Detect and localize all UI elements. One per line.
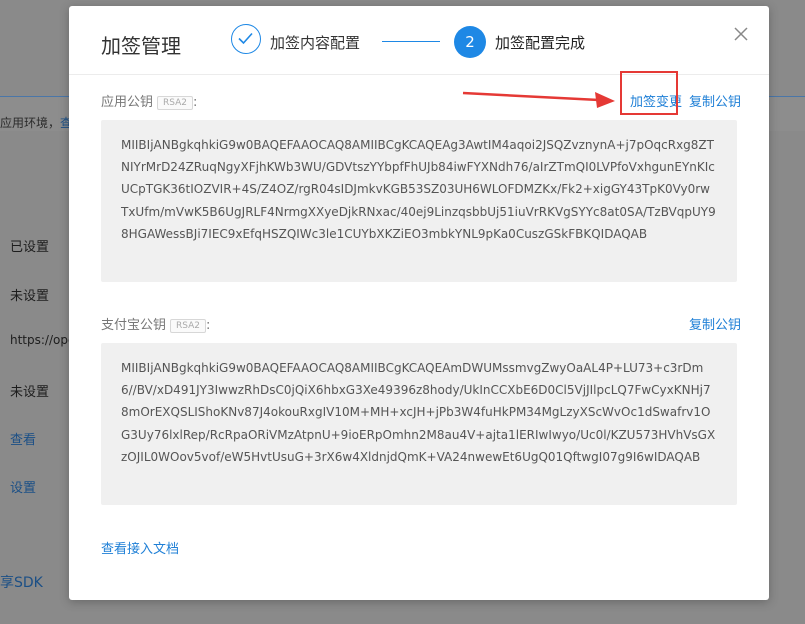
alipay-key-box: MIIBIjANBgkqhkiG9w0BAQEFAAOCAQ8AMIIBCgKC… [101, 343, 737, 505]
close-icon[interactable] [731, 24, 751, 44]
alipay-key-label: 支付宝公钥 [101, 318, 167, 333]
alipay-key-label-row: 支付宝公钥 RSA2: [101, 314, 210, 333]
background-env-text: 应用环境，查 [0, 114, 72, 131]
annotation-arrow-icon [462, 91, 615, 108]
step-done-check-icon [231, 24, 261, 54]
background-view-link[interactable]: 查看 [10, 429, 36, 448]
step-connector [382, 41, 440, 42]
alipay-key-value: MIIBIjANBgkqhkiG9w0BAQEFAAOCAQ8AMIIBCgKC… [121, 361, 716, 464]
app-key-value: MIIBIjANBgkqhkiG9w0BAQEFAAOCAQ8AMIIBCgKC… [121, 138, 716, 241]
background-sdk-link[interactable]: 享SDK [0, 572, 43, 592]
app-key-label: 应用公钥 [101, 95, 154, 110]
background-status-3: 未设置 [10, 385, 50, 400]
background-settings-link[interactable]: 设置 [10, 477, 36, 496]
step-1-label: 加签内容配置 [270, 34, 361, 52]
dialog-title: 加签管理 [101, 34, 181, 58]
alipay-key-rsa-badge: RSA2 [170, 319, 207, 333]
annotation-highlight-box [620, 71, 678, 115]
env-label: 应用环境， [0, 116, 61, 130]
app-key-rsa-badge: RSA2 [157, 96, 194, 110]
step-2-label: 加签配置完成 [495, 34, 586, 52]
view-docs-link[interactable]: 查看接入文档 [101, 538, 179, 557]
background-status-1: 已设置 [10, 240, 50, 255]
dialog-header: 加签管理 加签内容配置 2 加签配置完成 [69, 6, 769, 75]
copy-app-key-link[interactable]: 复制公钥 [689, 91, 741, 110]
background-status-2: 未设置 [10, 289, 50, 304]
sign-management-dialog: 加签管理 加签内容配置 2 加签配置完成 应用公钥 RSA2: 加签变更 复制公钥… [69, 6, 769, 600]
step-2-number: 2 [454, 26, 486, 58]
app-key-label-row: 应用公钥 RSA2: [101, 91, 197, 110]
copy-alipay-key-link[interactable]: 复制公钥 [689, 314, 741, 333]
background-url: https://ope [10, 333, 76, 347]
app-key-box: MIIBIjANBgkqhkiG9w0BAQEFAAOCAQ8AMIIBCgKC… [101, 120, 737, 282]
app-key-colon: : [193, 95, 198, 110]
alipay-key-colon: : [206, 318, 211, 333]
